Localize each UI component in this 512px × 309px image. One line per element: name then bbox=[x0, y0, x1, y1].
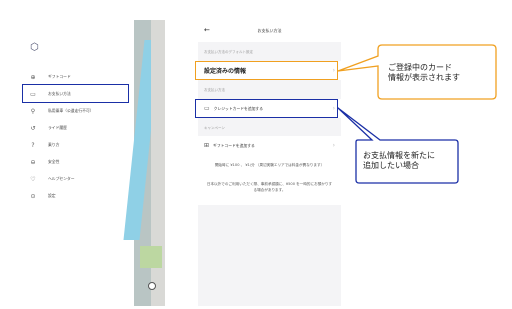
callout-line: 情報が表示されます bbox=[388, 73, 460, 82]
add-new-callout: お支払情報を新たに 追加したい場合 bbox=[363, 151, 435, 171]
registered-card-callout: ご登録中のカード 情報が表示されます bbox=[380, 63, 460, 83]
callout-shapes bbox=[337, 44, 497, 184]
callout-line: お支払情報を新たに bbox=[363, 151, 435, 160]
callout-line: 追加したい場合 bbox=[363, 161, 419, 170]
callout-line: ご登録中のカード bbox=[388, 63, 452, 72]
blue-callout-bubble bbox=[337, 107, 459, 184]
